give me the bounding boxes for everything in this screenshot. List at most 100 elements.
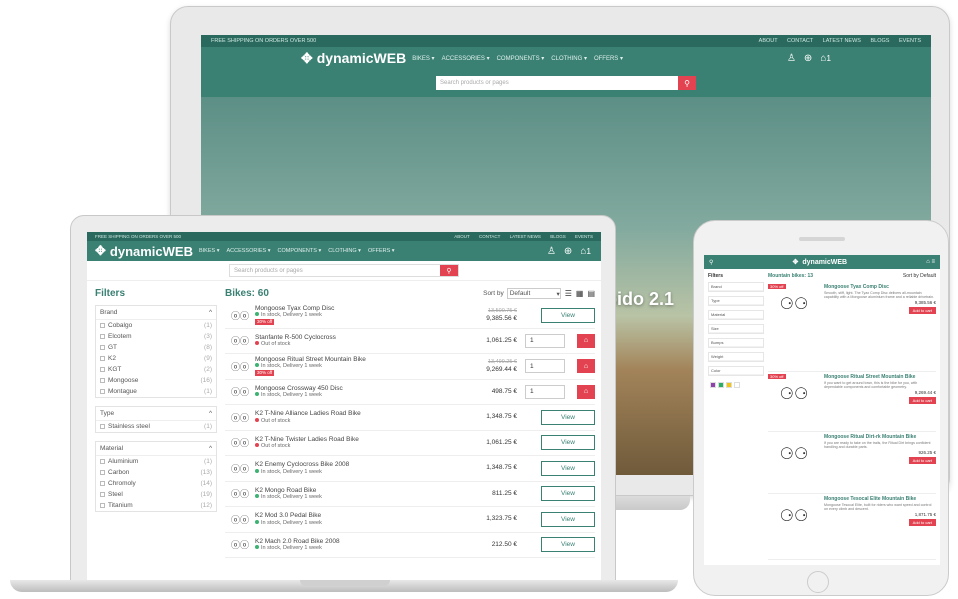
checkbox[interactable] xyxy=(100,423,105,429)
filter-option[interactable]: Mongoose (16) xyxy=(96,375,216,386)
brand-logo[interactable]: ✥ dynamicWEB xyxy=(301,50,406,67)
color-swatch[interactable] xyxy=(734,382,740,388)
top-link-blogs[interactable]: BLOGS xyxy=(871,38,890,44)
product-name[interactable]: K2 T-Nine Alliance Ladies Road Bike xyxy=(255,410,445,417)
checkbox[interactable] xyxy=(100,344,105,350)
menu-offers[interactable]: OFFERS ▾ xyxy=(594,55,623,62)
filter-group[interactable]: Type xyxy=(708,296,764,306)
add-to-cart-button[interactable]: Add to cart xyxy=(908,456,936,464)
filter-group[interactable]: Color xyxy=(708,366,764,376)
filter-option[interactable]: Titanium (12) xyxy=(96,500,216,511)
checkbox[interactable] xyxy=(100,388,105,394)
search-icon[interactable]: ⚲ xyxy=(678,76,696,90)
filter-option[interactable]: Elcotem (3) xyxy=(96,331,216,342)
filter-option[interactable]: Carbon (13) xyxy=(96,467,216,478)
top-link-about[interactable]: ABOUT xyxy=(759,38,778,44)
menu-components[interactable]: COMPONENTS ▾ xyxy=(497,55,545,62)
product-name[interactable]: Stanfante R-500 Cyclocross xyxy=(255,334,445,341)
bike-image-icon[interactable]: ⚆⚆ xyxy=(768,436,820,472)
filter-group-header[interactable]: Material ^ xyxy=(96,442,216,456)
phone-product-card[interactable]: ⚆⚆ Mongoose Ritual Dirt-rk Mountain Bike I… xyxy=(768,432,936,494)
view-button[interactable]: View xyxy=(541,460,595,476)
menu-offers[interactable]: OFFERS ▾ xyxy=(368,248,395,254)
menu-bikes[interactable]: BIKES ▾ xyxy=(412,55,434,62)
bike-thumbnail-icon[interactable]: ⓞⓞ xyxy=(225,513,255,526)
checkbox[interactable] xyxy=(100,491,105,497)
quantity-input[interactable]: 1 xyxy=(525,384,565,399)
search-input[interactable]: Search products or pages xyxy=(230,265,440,276)
globe-icon[interactable]: ⊕ xyxy=(564,246,572,257)
product-name[interactable]: Mongoose Ritual Street Mountain Bike xyxy=(255,356,445,363)
product-name[interactable]: K2 T-Nine Twister Ladies Road Bike xyxy=(255,436,445,443)
bike-thumbnail-icon[interactable]: ⓞⓞ xyxy=(225,462,255,475)
menu-components[interactable]: COMPONENTS ▾ xyxy=(278,248,322,254)
filter-group-header[interactable]: Type ^ xyxy=(96,407,216,421)
user-icon[interactable]: ♙ xyxy=(547,246,556,257)
grid-view-icon[interactable]: ▦ xyxy=(576,289,584,298)
color-swatch[interactable] xyxy=(710,382,716,388)
view-button[interactable]: View xyxy=(541,486,595,502)
view-button[interactable]: View xyxy=(541,537,595,553)
add-to-cart-button[interactable]: Add to cart xyxy=(908,306,936,314)
top-link-contact[interactable]: CONTACT xyxy=(479,234,500,239)
add-to-cart-button[interactable]: Add to cart xyxy=(908,396,936,404)
view-button[interactable]: View xyxy=(541,511,595,527)
filter-option[interactable]: Montague (1) xyxy=(96,386,216,397)
menu-bikes[interactable]: BIKES ▾ xyxy=(199,248,220,254)
checkbox[interactable] xyxy=(100,458,105,464)
brand-logo[interactable]: ✥ dynamicWEB xyxy=(793,258,848,267)
bike-image-icon[interactable]: ⚆⚆ xyxy=(768,376,820,412)
filter-option[interactable]: Stainless steel (1) xyxy=(96,421,216,432)
view-button[interactable]: View xyxy=(541,435,595,451)
cart-icon[interactable]: ⌂1 xyxy=(580,246,591,257)
checkbox[interactable] xyxy=(100,355,105,361)
bike-thumbnail-icon[interactable]: ⓞⓞ xyxy=(225,385,255,398)
filter-group[interactable]: Brand xyxy=(708,282,764,292)
filter-option[interactable]: K2 (9) xyxy=(96,353,216,364)
filter-group[interactable]: Weight xyxy=(708,352,764,362)
phone-product-card[interactable]: ⚆⚆ Mongoose Tesocal Elite Mountain Bike Mo… xyxy=(768,494,936,560)
filter-option[interactable]: Aluminium (1) xyxy=(96,456,216,467)
filter-group[interactable]: Material xyxy=(708,310,764,320)
quantity-input[interactable]: 1 xyxy=(525,333,565,348)
add-to-cart-icon[interactable]: ⌂ xyxy=(577,333,595,348)
checkbox[interactable] xyxy=(100,366,105,372)
user-icon[interactable]: ♙ xyxy=(787,53,796,64)
product-name[interactable]: K2 Enemy Cyclocross Bike 2008 xyxy=(255,461,445,468)
bike-thumbnail-icon[interactable]: ⓞⓞ xyxy=(225,538,255,551)
search-icon[interactable]: ⚲ xyxy=(709,259,713,266)
filter-option[interactable]: Cobalgo (1) xyxy=(96,320,216,331)
menu-clothing[interactable]: CLOTHING ▾ xyxy=(551,55,587,62)
phone-product-card[interactable]: 30% off ⚆⚆ Mongoose Ritual Street Mountain… xyxy=(768,372,936,432)
bike-thumbnail-icon[interactable]: ⓞⓞ xyxy=(225,360,255,373)
filter-option[interactable]: KGT (2) xyxy=(96,364,216,375)
product-name[interactable]: Mongoose Tyax Comp Disc xyxy=(255,305,445,312)
bike-thumbnail-icon[interactable]: ⓞⓞ xyxy=(225,411,255,424)
search-icon[interactable]: ⚲ xyxy=(440,265,458,276)
product-name[interactable]: K2 Mongo Road Bike xyxy=(255,487,445,494)
filter-option[interactable]: Chromoly (14) xyxy=(96,478,216,489)
quantity-input[interactable]: 1 xyxy=(525,359,565,374)
color-swatch[interactable] xyxy=(726,382,732,388)
globe-icon[interactable]: ⊕ xyxy=(804,53,812,64)
cart-icon[interactable]: ⌂ ≡ xyxy=(926,259,935,265)
top-link-news[interactable]: LATEST NEWS xyxy=(510,234,541,239)
checkbox[interactable] xyxy=(100,469,105,475)
add-to-cart-button[interactable]: Add to cart xyxy=(908,518,936,526)
product-name[interactable]: K2 Mod 3.0 Pedal Bike xyxy=(255,512,445,519)
checkbox[interactable] xyxy=(100,322,105,328)
sort-control[interactable]: Sort by Default xyxy=(903,273,936,279)
bike-thumbnail-icon[interactable]: ⓞⓞ xyxy=(225,309,255,322)
brand-logo[interactable]: ✥ dynamicWEB xyxy=(95,243,193,259)
top-link-events[interactable]: EVENTS xyxy=(575,234,593,239)
top-link-about[interactable]: ABOUT xyxy=(454,234,469,239)
cart-icon[interactable]: ⌂1 xyxy=(820,53,831,64)
sort-select[interactable]: Default ▾ xyxy=(506,288,561,299)
menu-accessories[interactable]: ACCESSORIES ▾ xyxy=(442,55,490,62)
bike-image-icon[interactable]: ⚆⚆ xyxy=(768,498,820,534)
checkbox[interactable] xyxy=(100,502,105,508)
add-to-cart-icon[interactable]: ⌂ xyxy=(577,384,595,399)
bike-thumbnail-icon[interactable]: ⓞⓞ xyxy=(225,487,255,500)
top-link-news[interactable]: LATEST NEWS xyxy=(823,38,861,44)
filter-option[interactable]: Steel (19) xyxy=(96,489,216,500)
